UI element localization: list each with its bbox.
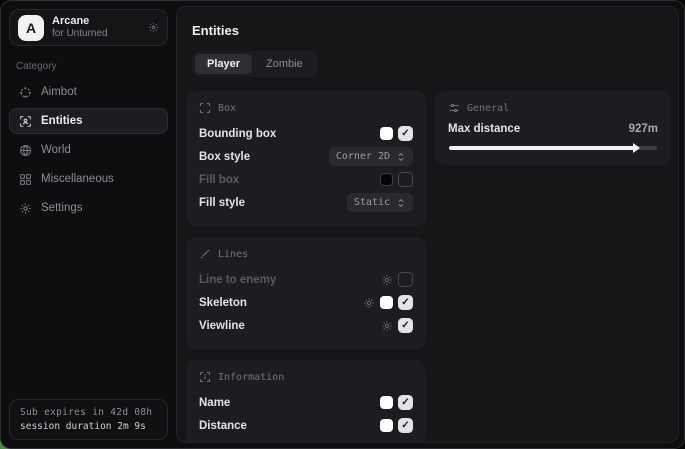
arcane-cheat-window: A Arcane for Unturned Category Aimbot En… (0, 0, 685, 449)
sidebar-item-entities[interactable]: Entities (9, 108, 168, 134)
setting-label: Skeleton (199, 297, 247, 309)
setting-row-bounding-box: Bounding box ✓ (199, 123, 413, 144)
entity-type-tabs: Player Zombie (192, 51, 318, 77)
sidebar-item-label: Miscellaneous (41, 173, 114, 185)
color-swatch[interactable] (380, 127, 393, 140)
crosshair-icon (18, 86, 32, 99)
checkbox-unchecked[interactable] (398, 172, 413, 187)
scan-corners-icon (199, 102, 211, 114)
setting-row-line-to-enemy: Line to enemy (199, 269, 413, 290)
brand-subtitle: for Unturned (52, 28, 140, 40)
setting-row-box-style: Box style Corner 2D (199, 146, 413, 167)
setting-label: Max distance (448, 123, 520, 135)
sidebar-item-label: Entities (41, 115, 83, 127)
setting-row-max-distance: Max distance 927m (448, 123, 658, 135)
row-settings-gear-icon[interactable] (363, 297, 375, 309)
sidebar-item-aimbot[interactable]: Aimbot (9, 79, 168, 105)
setting-label: Viewline (199, 320, 245, 332)
globe-icon (18, 144, 32, 157)
sidebar: A Arcane for Unturned Category Aimbot En… (1, 1, 176, 448)
category-label: Category (16, 61, 161, 72)
setting-label: Name (199, 397, 230, 409)
setting-row-viewline: Viewline ✓ (199, 315, 413, 336)
color-swatch[interactable] (380, 419, 393, 432)
general-card: General Max distance 927m (435, 91, 671, 165)
brand-card: A Arcane for Unturned (9, 9, 168, 46)
dropdown-value: Corner 2D (336, 151, 390, 162)
checkbox-checked[interactable]: ✓ (398, 395, 413, 410)
session-duration-text: session duration 2m 9s (20, 421, 157, 432)
entities-scan-icon (18, 115, 32, 128)
lines-card: Lines Line to enemy Skeleton (186, 237, 426, 349)
chevrons-up-down-icon (396, 152, 406, 162)
setting-label: Distance (199, 420, 247, 432)
max-distance-value: 927m (629, 123, 658, 135)
tab-zombie[interactable]: Zombie (254, 54, 315, 74)
fill-style-dropdown[interactable]: Static (347, 193, 413, 212)
diagonal-line-icon (199, 248, 211, 260)
setting-label: Box style (199, 151, 250, 163)
setting-row-fill-box: Fill box (199, 169, 413, 190)
setting-row-skeleton: Skeleton ✓ (199, 292, 413, 313)
setting-label: Bounding box (199, 128, 276, 140)
setting-label: Fill box (199, 174, 239, 186)
page-title: Entities (192, 23, 669, 38)
checkbox-checked[interactable]: ✓ (398, 126, 413, 141)
sub-expiry-text: Sub expires in 42d 08h (20, 407, 157, 418)
setting-row-distance: Distance ✓ (199, 415, 413, 436)
sidebar-item-label: Settings (41, 202, 83, 214)
dropdown-value: Static (354, 197, 390, 208)
color-swatch[interactable] (380, 396, 393, 409)
checkbox-checked[interactable]: ✓ (398, 295, 413, 310)
sidebar-item-label: Aimbot (41, 86, 77, 98)
brand-logo: A (18, 15, 44, 41)
chevrons-up-down-icon (396, 198, 406, 208)
box-style-dropdown[interactable]: Corner 2D (329, 147, 413, 166)
sidebar-item-label: World (41, 144, 71, 156)
card-title: Lines (218, 249, 248, 260)
subscription-info-box: Sub expires in 42d 08h session duration … (9, 399, 168, 440)
checkbox-checked[interactable]: ✓ (398, 418, 413, 433)
setting-label: Line to enemy (199, 274, 276, 286)
grid-icon (18, 173, 32, 186)
brand-settings-gear-icon[interactable] (148, 22, 159, 33)
row-settings-gear-icon[interactable] (381, 274, 393, 286)
slider-fill (449, 146, 634, 150)
max-distance-slider[interactable] (449, 146, 657, 150)
card-title: Information (218, 372, 284, 383)
slider-thumb[interactable] (633, 143, 640, 153)
main-panel: Entities Player Zombie Box Bounding box (176, 6, 679, 443)
row-settings-gear-icon[interactable] (381, 320, 393, 332)
sidebar-item-settings[interactable]: Settings (9, 195, 168, 221)
checkbox-unchecked[interactable] (398, 272, 413, 287)
setting-label: Fill style (199, 197, 245, 209)
brand-name: Arcane (52, 15, 140, 28)
sidebar-item-miscellaneous[interactable]: Miscellaneous (9, 166, 168, 192)
info-icon (199, 371, 211, 383)
box-card: Box Bounding box ✓ Box style Corn (186, 91, 426, 226)
color-swatch[interactable] (380, 296, 393, 309)
checkbox-checked[interactable]: ✓ (398, 318, 413, 333)
setting-row-name: Name ✓ (199, 392, 413, 413)
card-title: Box (218, 103, 236, 114)
sliders-icon (448, 102, 460, 114)
setting-row-fill-style: Fill style Static (199, 192, 413, 213)
information-card: Information Name ✓ Distance ✓ (186, 360, 426, 443)
card-title: General (467, 103, 509, 114)
gear-icon (18, 202, 32, 215)
color-swatch[interactable] (380, 173, 393, 186)
tab-player[interactable]: Player (195, 54, 252, 74)
sidebar-item-world[interactable]: World (9, 137, 168, 163)
